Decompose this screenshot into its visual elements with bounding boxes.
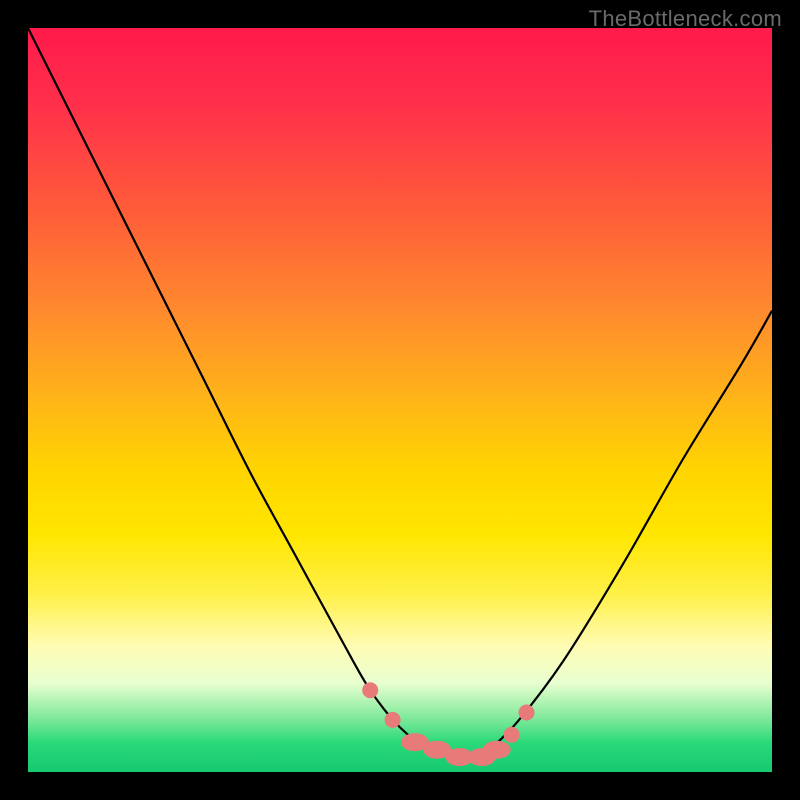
plot-area <box>28 28 772 772</box>
marker-layer <box>362 682 534 766</box>
data-marker <box>483 741 511 759</box>
data-marker <box>385 712 401 728</box>
data-marker <box>519 705 535 721</box>
chart-frame: TheBottleneck.com <box>0 0 800 800</box>
data-marker <box>504 727 520 743</box>
data-marker <box>362 682 378 698</box>
watermark-text: TheBottleneck.com <box>589 6 782 32</box>
bottleneck-curve <box>28 28 772 772</box>
curve-path <box>28 28 772 758</box>
